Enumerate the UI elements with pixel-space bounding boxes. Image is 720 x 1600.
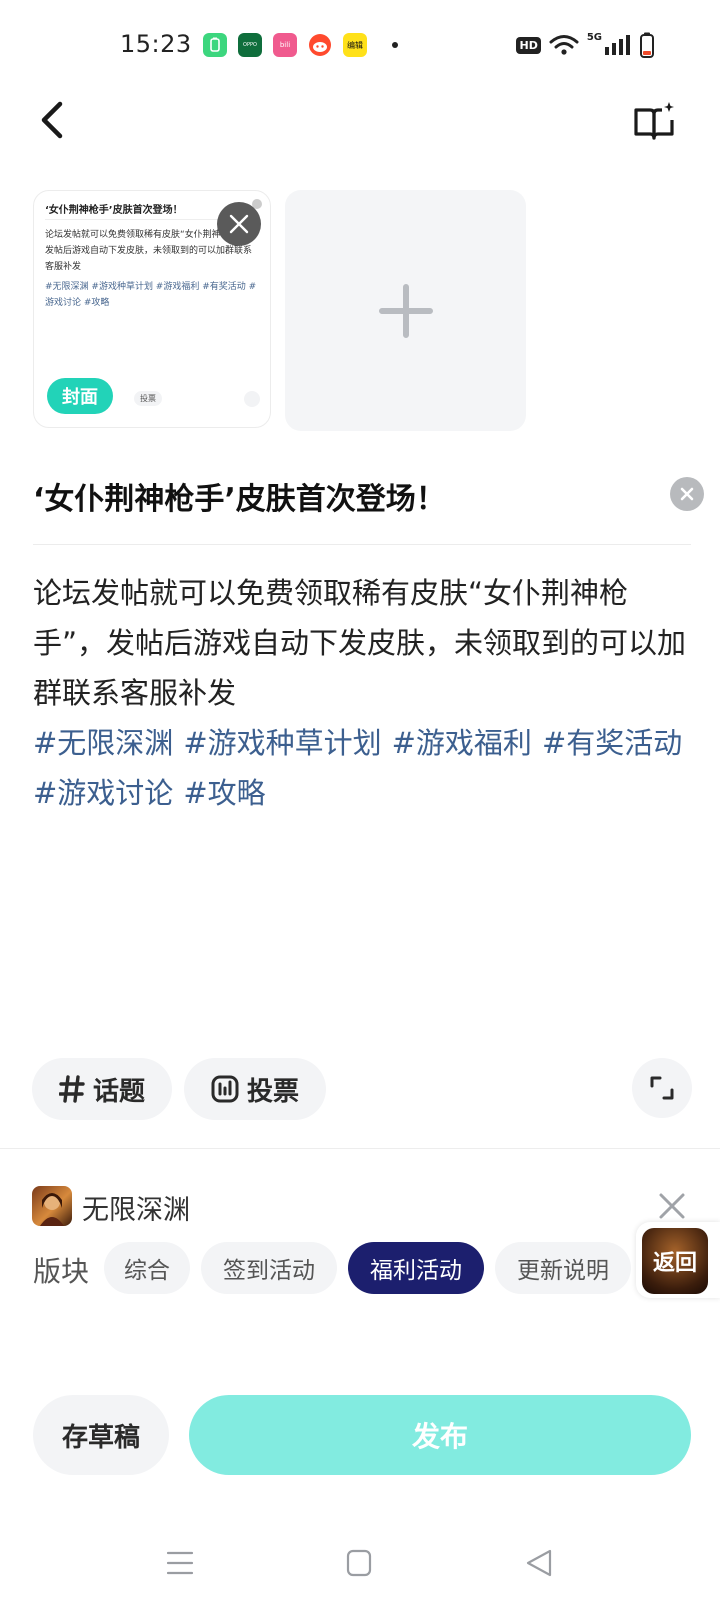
board-label: 版块 (33, 1255, 90, 1288)
wifi-icon (549, 35, 579, 55)
board-chip[interactable]: 综合 (104, 1242, 190, 1294)
thumbnail-vote-chip: 投票 (134, 391, 162, 406)
square-icon (346, 1549, 372, 1577)
menu-icon (166, 1551, 194, 1575)
topic-label: 话题 (92, 1076, 145, 1107)
board-chip[interactable]: 签到活动 (201, 1242, 337, 1294)
tag[interactable]: #游戏福利 (392, 726, 532, 760)
reddit-app-icon (308, 33, 332, 57)
section-divider (0, 1148, 720, 1149)
more-notifications-dot (392, 42, 398, 48)
game-name[interactable]: 无限深渊 (82, 1188, 190, 1227)
signal-icon (605, 35, 630, 55)
vote-label: 投票 (246, 1076, 299, 1107)
triangle-back-icon (526, 1549, 552, 1577)
oppo-app-icon: OPPO (238, 33, 262, 57)
title-divider (33, 544, 691, 545)
close-icon (680, 487, 694, 501)
book-sparkle-icon (634, 102, 674, 140)
expand-icon (650, 1076, 674, 1100)
status-bar: 15:23 OPPO bili 编辑 HD 5G (0, 0, 720, 92)
expand-editor-button[interactable] (632, 1058, 692, 1118)
close-icon (659, 1193, 685, 1219)
return-label: 返回 (642, 1228, 708, 1294)
nav-back-button[interactable] (524, 1547, 554, 1579)
hashtag-icon (58, 1075, 85, 1103)
board-chip-selected[interactable]: 福利活动 (348, 1242, 484, 1294)
close-icon (229, 214, 249, 234)
cover-badge: 封面 (47, 378, 113, 414)
network-label: 5G (586, 32, 602, 43)
system-icons: HD 5G (516, 32, 654, 58)
nav-recents-button[interactable] (165, 1548, 195, 1578)
floating-return-button[interactable]: 返回 (636, 1222, 720, 1298)
publish-button[interactable]: 发布 (189, 1395, 691, 1475)
battery-icon (640, 32, 654, 58)
poll-icon (211, 1075, 239, 1103)
vote-button[interactable]: 投票 (184, 1058, 326, 1120)
add-image-button[interactable] (285, 190, 526, 431)
plus-icon (378, 283, 433, 338)
posting-guide-button[interactable] (632, 100, 676, 144)
post-title-input[interactable]: ‘女仆荆神枪手’皮肤首次登场！ (33, 474, 446, 518)
clear-title-button[interactable] (670, 477, 704, 511)
tag[interactable]: #游戏讨论 (33, 776, 173, 810)
tag[interactable]: #攻略 (183, 776, 265, 810)
tag[interactable]: #有奖活动 (542, 726, 682, 760)
status-time: 15:23 (120, 30, 192, 58)
hd-badge: HD (516, 36, 541, 54)
nav-home-button[interactable] (346, 1548, 372, 1578)
notification-icons: OPPO bili 编辑 (203, 33, 398, 57)
bilibili-app-icon: bili (273, 33, 297, 57)
remove-game-button[interactable] (656, 1190, 688, 1222)
thumbnail-expand-icon (244, 391, 260, 407)
chevron-left-icon (41, 101, 63, 139)
topic-button[interactable]: 话题 (32, 1058, 172, 1120)
tag[interactable]: #游戏种草计划 (183, 726, 381, 760)
thumbnail-tags: #无限深渊 #游戏种草计划 #游戏福利 #有奖活动 #游戏讨论 #攻略 (45, 282, 257, 308)
battery-app-icon (203, 33, 227, 57)
remove-image-button[interactable] (217, 202, 261, 246)
post-tags[interactable]: #无限深渊 #游戏种草计划 #游戏福利 #有奖活动 #游戏讨论 #攻略 (33, 718, 703, 818)
post-body-input[interactable]: 论坛发帖就可以免费领取稀有皮肤“女仆荆神枪手”，发帖后游戏自动下发皮肤，未领取到… (33, 568, 693, 718)
back-button[interactable] (34, 98, 74, 142)
save-draft-button[interactable]: 存草稿 (33, 1395, 169, 1475)
tag[interactable]: #无限深渊 (33, 726, 173, 760)
board-chip[interactable]: 更新说明 (495, 1242, 631, 1294)
news-app-icon: 编辑 (343, 33, 367, 57)
game-avatar (32, 1186, 72, 1226)
post-editor-screen: 15:23 OPPO bili 编辑 HD 5G ‘女仆荆神枪手’皮肤首次登场！… (0, 0, 720, 1600)
thumbnail-title: ‘女仆荆神枪手’皮肤首次登场！ (45, 205, 183, 216)
